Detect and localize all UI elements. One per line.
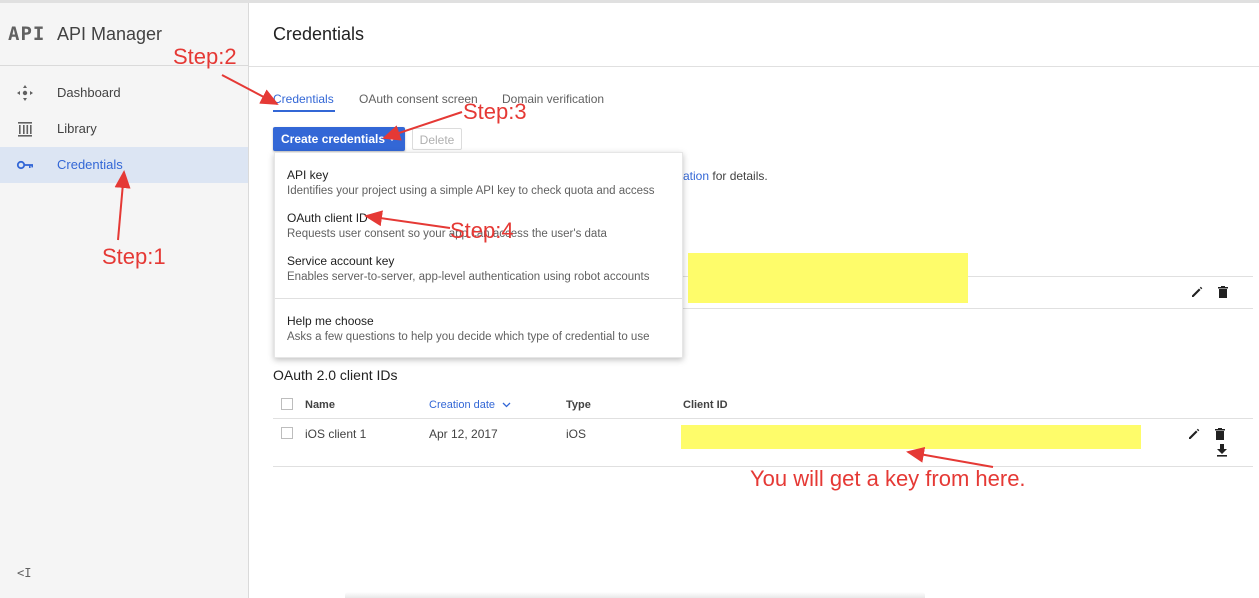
active-tab-indicator bbox=[273, 110, 335, 112]
column-header-creation-date[interactable]: Creation date bbox=[429, 399, 511, 411]
menu-item-title: Help me choose bbox=[287, 314, 374, 328]
documentation-link[interactable]: ation bbox=[683, 169, 709, 183]
key-icon bbox=[16, 160, 33, 170]
delete-icon[interactable] bbox=[1213, 427, 1227, 441]
row-creation-date: Apr 12, 2017 bbox=[429, 427, 498, 441]
column-header-client-id[interactable]: Client ID bbox=[683, 399, 728, 411]
sidebar-item-library[interactable]: Library bbox=[0, 111, 248, 147]
menu-item-help-me-choose[interactable]: Help me choose Asks a few questions to h… bbox=[275, 307, 682, 347]
download-icon[interactable] bbox=[1215, 443, 1229, 457]
menu-item-description: Enables server-to-server, app-level auth… bbox=[287, 271, 650, 283]
step1-annotation: Step:1 bbox=[102, 244, 166, 269]
menu-item-title: API key bbox=[287, 168, 329, 182]
menu-item-description: Identifies your project using a simple A… bbox=[287, 185, 655, 197]
key-note-arrow bbox=[906, 446, 994, 468]
api-key-highlight bbox=[688, 253, 968, 303]
info-text-rest: for details. bbox=[709, 169, 768, 183]
oauth-section-title: OAuth 2.0 client IDs bbox=[273, 367, 398, 383]
create-credentials-label: Create credentials bbox=[281, 132, 386, 146]
tab-oauth-consent-screen[interactable]: OAuth consent screen bbox=[359, 92, 478, 106]
dashboard-icon bbox=[17, 85, 33, 101]
sidebar-item-credentials[interactable]: Credentials bbox=[0, 147, 248, 183]
key-note-annotation: You will get a key from here. bbox=[750, 466, 1026, 491]
delete-button[interactable]: Delete bbox=[412, 128, 462, 150]
menu-divider bbox=[275, 298, 682, 299]
step4-annotation: Step:4 bbox=[450, 218, 514, 243]
tab-credentials[interactable]: Credentials bbox=[273, 92, 334, 106]
sidebar-item-label: Credentials bbox=[57, 157, 123, 172]
column-header-type[interactable]: Type bbox=[566, 399, 591, 411]
menu-item-api-key[interactable]: API key Identifies your project using a … bbox=[275, 161, 682, 201]
step3-annotation: Step:3 bbox=[463, 99, 527, 124]
client-id-highlight bbox=[681, 425, 1141, 449]
delete-icon[interactable] bbox=[1216, 285, 1230, 299]
create-credentials-menu: API key Identifies your project using a … bbox=[274, 152, 683, 358]
collapse-sidebar-button[interactable]: <I bbox=[17, 566, 31, 580]
sort-chevron-down-icon bbox=[502, 402, 511, 408]
bottom-panel-edge bbox=[345, 592, 925, 598]
edit-icon[interactable] bbox=[1190, 285, 1204, 299]
menu-item-title: OAuth client ID bbox=[287, 211, 368, 225]
column-header-name[interactable]: Name bbox=[305, 399, 335, 411]
api-keys-row-divider bbox=[683, 308, 1253, 309]
library-icon bbox=[18, 122, 32, 137]
step2-annotation: Step:2 bbox=[173, 44, 237, 69]
row-checkbox[interactable] bbox=[281, 427, 293, 439]
sidebar-nav: Dashboard Library Credentials bbox=[0, 75, 248, 183]
sidebar: API API Manager Dashboard Library Creden… bbox=[0, 3, 249, 598]
chevron-down-icon bbox=[388, 137, 396, 141]
edit-icon[interactable] bbox=[1187, 427, 1201, 441]
create-credentials-button[interactable]: Create credentials bbox=[273, 127, 405, 151]
table-header-divider bbox=[273, 418, 1253, 419]
menu-item-title: Service account key bbox=[287, 254, 395, 268]
menu-item-service-account-key[interactable]: Service account key Enables server-to-se… bbox=[275, 247, 682, 287]
row-type: iOS bbox=[566, 427, 587, 441]
sidebar-item-label: Dashboard bbox=[57, 85, 121, 100]
page-title: Credentials bbox=[273, 24, 365, 44]
row-name-link[interactable]: iOS client 1 bbox=[305, 427, 366, 441]
info-text: ation for details. bbox=[683, 169, 768, 183]
sidebar-item-label: Library bbox=[57, 121, 97, 136]
menu-item-description: Asks a few questions to help you decide … bbox=[287, 331, 650, 343]
select-all-checkbox[interactable] bbox=[281, 398, 293, 410]
app-title: API Manager bbox=[57, 24, 163, 44]
page-header: Credentials bbox=[249, 3, 1259, 67]
menu-item-description: Requests user consent so your app can ac… bbox=[287, 228, 607, 240]
api-logo: API bbox=[8, 23, 46, 45]
column-header-label: Creation date bbox=[429, 399, 496, 411]
sidebar-item-dashboard[interactable]: Dashboard bbox=[0, 75, 248, 111]
